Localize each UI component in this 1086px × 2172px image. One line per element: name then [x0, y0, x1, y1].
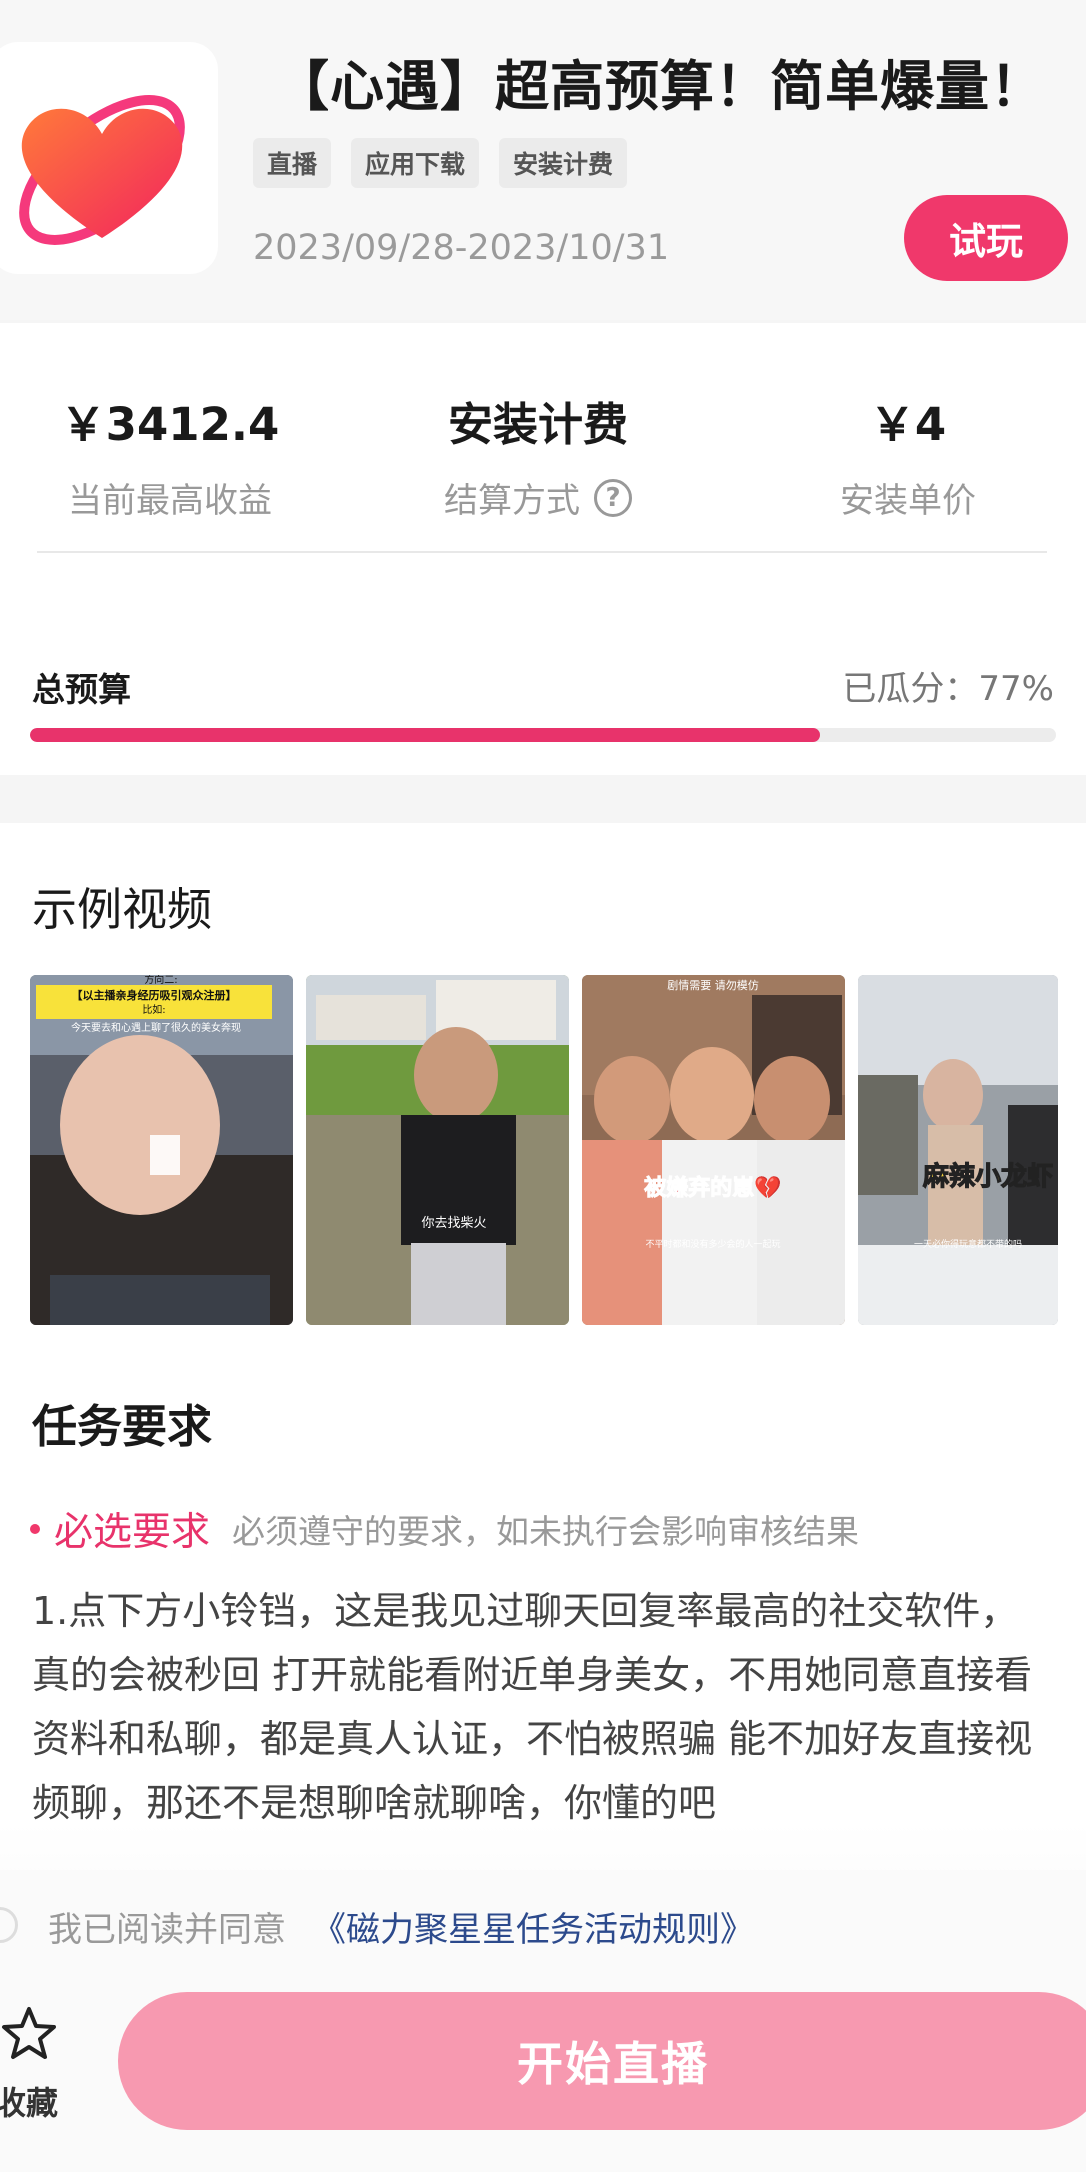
budget-progress-bar: [30, 728, 1056, 742]
sample-video-4[interactable]: 麻辣小龙虾 一天必你得玩意都不带的吗: [858, 975, 1058, 1325]
video-4-caption-main: 麻辣小龙虾: [922, 1161, 1053, 1192]
try-button[interactable]: 试玩: [904, 195, 1068, 281]
start-live-button[interactable]: 开始直播: [118, 1992, 1086, 2130]
settlement-label: 结算方式 ?: [368, 473, 708, 522]
video-3-caption-top: 剧情需要 请勿模仿: [667, 979, 759, 992]
stat-settlement: 安装计费 结算方式 ?: [368, 388, 708, 522]
unit-price-label: 安装单价: [738, 473, 1078, 522]
tag-app-download: 应用下载: [351, 138, 480, 188]
tag-live: 直播: [253, 138, 332, 188]
max-income-label: 当前最高收益: [0, 473, 340, 522]
favorite-label[interactable]: 收藏: [0, 2078, 58, 2124]
task-header: 【心遇】超高预算！简单爆量！ 直播 应用下载 安装计费 2023/09/28-2…: [0, 0, 1086, 320]
video-1-caption-line: 今天要去和心遇上聊了很久的美女奔现: [71, 1021, 241, 1034]
budget-label: 总预算: [32, 670, 131, 709]
rules-link[interactable]: 《磁力聚星星任务活动规则》: [312, 1902, 754, 1951]
video-thumbnail: 麻辣小龙虾 一天必你得玩意都不带的吗: [858, 975, 1058, 1325]
sample-video-list: 方向二: 【以主播亲身经历吸引观众注册】 比如: 今天要去和心遇上聊了很久的美女…: [30, 975, 1058, 1325]
video-thumbnail: 方向二: 【以主播亲身经历吸引观众注册】 比如: 今天要去和心遇上聊了很久的美女…: [30, 975, 293, 1325]
sample-video-2[interactable]: 你去找柴火: [306, 975, 569, 1325]
max-income-value: ￥3412.4: [60, 398, 280, 451]
star-outline-icon[interactable]: [0, 2005, 58, 2061]
required-rule-header: 必选要求 必须遵守的要求，如未执行会影响审核结果: [30, 1501, 859, 1557]
agree-checkbox[interactable]: [0, 1907, 18, 1943]
divider: [37, 551, 1047, 553]
budget-split-text: 已瓜分：77%: [842, 669, 1054, 709]
required-rule-name: 必选要求: [54, 1510, 211, 1555]
bottom-action-bar: 我已阅读并同意 《磁力聚星星任务活动规则》 收藏 开始直播: [0, 1870, 1086, 2172]
video-1-caption-banner: 【以主播亲身经历吸引观众注册】: [72, 988, 237, 1002]
video-1-caption-sub: 比如:: [142, 1003, 165, 1016]
agree-text: 我已阅读并同意: [48, 1910, 286, 1950]
video-thumbnail: 剧情需要 请勿模仿 被嫌弃的崽💔 不平时都和没有多少会的人一起玩: [582, 975, 845, 1325]
heart-logo-icon: [19, 95, 185, 245]
video-1-caption-top: 方向二:: [144, 975, 177, 986]
required-rule-desc: 必须遵守的要求，如未执行会影响审核结果: [232, 1512, 860, 1551]
tag-install-billing: 安装计费: [499, 138, 628, 188]
sample-video-3[interactable]: 剧情需要 请勿模仿 被嫌弃的崽💔 不平时都和没有多少会的人一起玩: [582, 975, 845, 1325]
stats-card: ￥3412.4 当前最高收益 安装计费 结算方式 ? ￥4 安装单价 总预算 已…: [0, 323, 1086, 775]
video-3-caption-main: 被嫌弃的崽💔: [644, 1175, 782, 1201]
budget-progress-fill: [30, 728, 821, 742]
video-2-caption: 你去找柴火: [421, 1216, 486, 1231]
task-title: 【心遇】超高预算！简单爆量！: [275, 55, 1045, 118]
app-logo: [0, 42, 218, 274]
stat-max-income: ￥3412.4 当前最高收益: [0, 388, 340, 522]
unit-price-label-text: 安装单价: [840, 481, 976, 521]
help-icon[interactable]: ?: [594, 478, 632, 517]
video-3-caption-line: 不平时都和没有多少会的人一起玩: [645, 1238, 780, 1250]
tag-list: 直播 应用下载 安装计费: [253, 138, 628, 188]
requirements-body: 1.点下方小铃铛，这是我见过聊天回复率最高的社交软件，真的会被秒回 打开就能看附…: [32, 1589, 1033, 1825]
requirements-title: 任务要求: [32, 1400, 213, 1453]
stat-unit-price: ￥4 安装单价: [738, 388, 1078, 522]
settlement-label-text: 结算方式: [444, 481, 580, 521]
sample-videos-title: 示例视频: [32, 883, 213, 936]
max-income-label-text: 当前最高收益: [68, 481, 272, 521]
video-thumbnail: 你去找柴火: [306, 975, 569, 1325]
sample-video-1[interactable]: 方向二: 【以主播亲身经历吸引观众注册】 比如: 今天要去和心遇上聊了很久的美女…: [30, 975, 293, 1325]
date-range: 2023/09/28-2023/10/31: [253, 228, 670, 268]
bullet-dot-icon: [30, 1524, 40, 1534]
unit-price-value: ￥4: [869, 398, 947, 451]
video-4-caption-line: 一天必你得玩意都不带的吗: [914, 1238, 1022, 1250]
settlement-value: 安装计费: [447, 398, 628, 451]
